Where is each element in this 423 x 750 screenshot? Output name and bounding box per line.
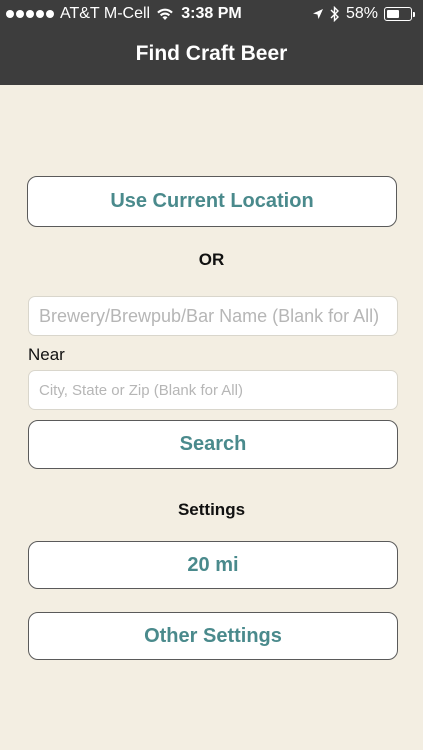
battery-icon <box>384 7 415 21</box>
search-button[interactable]: Search <box>28 420 398 469</box>
location-input[interactable] <box>28 370 398 410</box>
battery-fill <box>387 10 399 18</box>
location-arrow-icon <box>312 9 323 19</box>
or-divider-label: OR <box>198 250 225 269</box>
status-bar: AT&T M-Cell 3:38 PM 58% <box>0 0 423 28</box>
settings-heading: Settings <box>177 500 246 519</box>
bluetooth-icon <box>330 6 339 22</box>
battery-percent: 58% <box>345 5 378 22</box>
radius-button[interactable]: 20 mi <box>28 541 398 589</box>
other-settings-button[interactable]: Other Settings <box>28 612 398 660</box>
near-label: Near <box>28 345 65 364</box>
page-title: Find Craft Beer <box>135 42 288 65</box>
use-current-location-button[interactable]: Use Current Location <box>27 176 397 227</box>
top-bar: AT&T M-Cell 3:38 PM 58% Find Craft Beer <box>0 0 423 85</box>
brewery-name-input[interactable] <box>28 296 398 336</box>
status-right: 58% <box>312 5 415 23</box>
